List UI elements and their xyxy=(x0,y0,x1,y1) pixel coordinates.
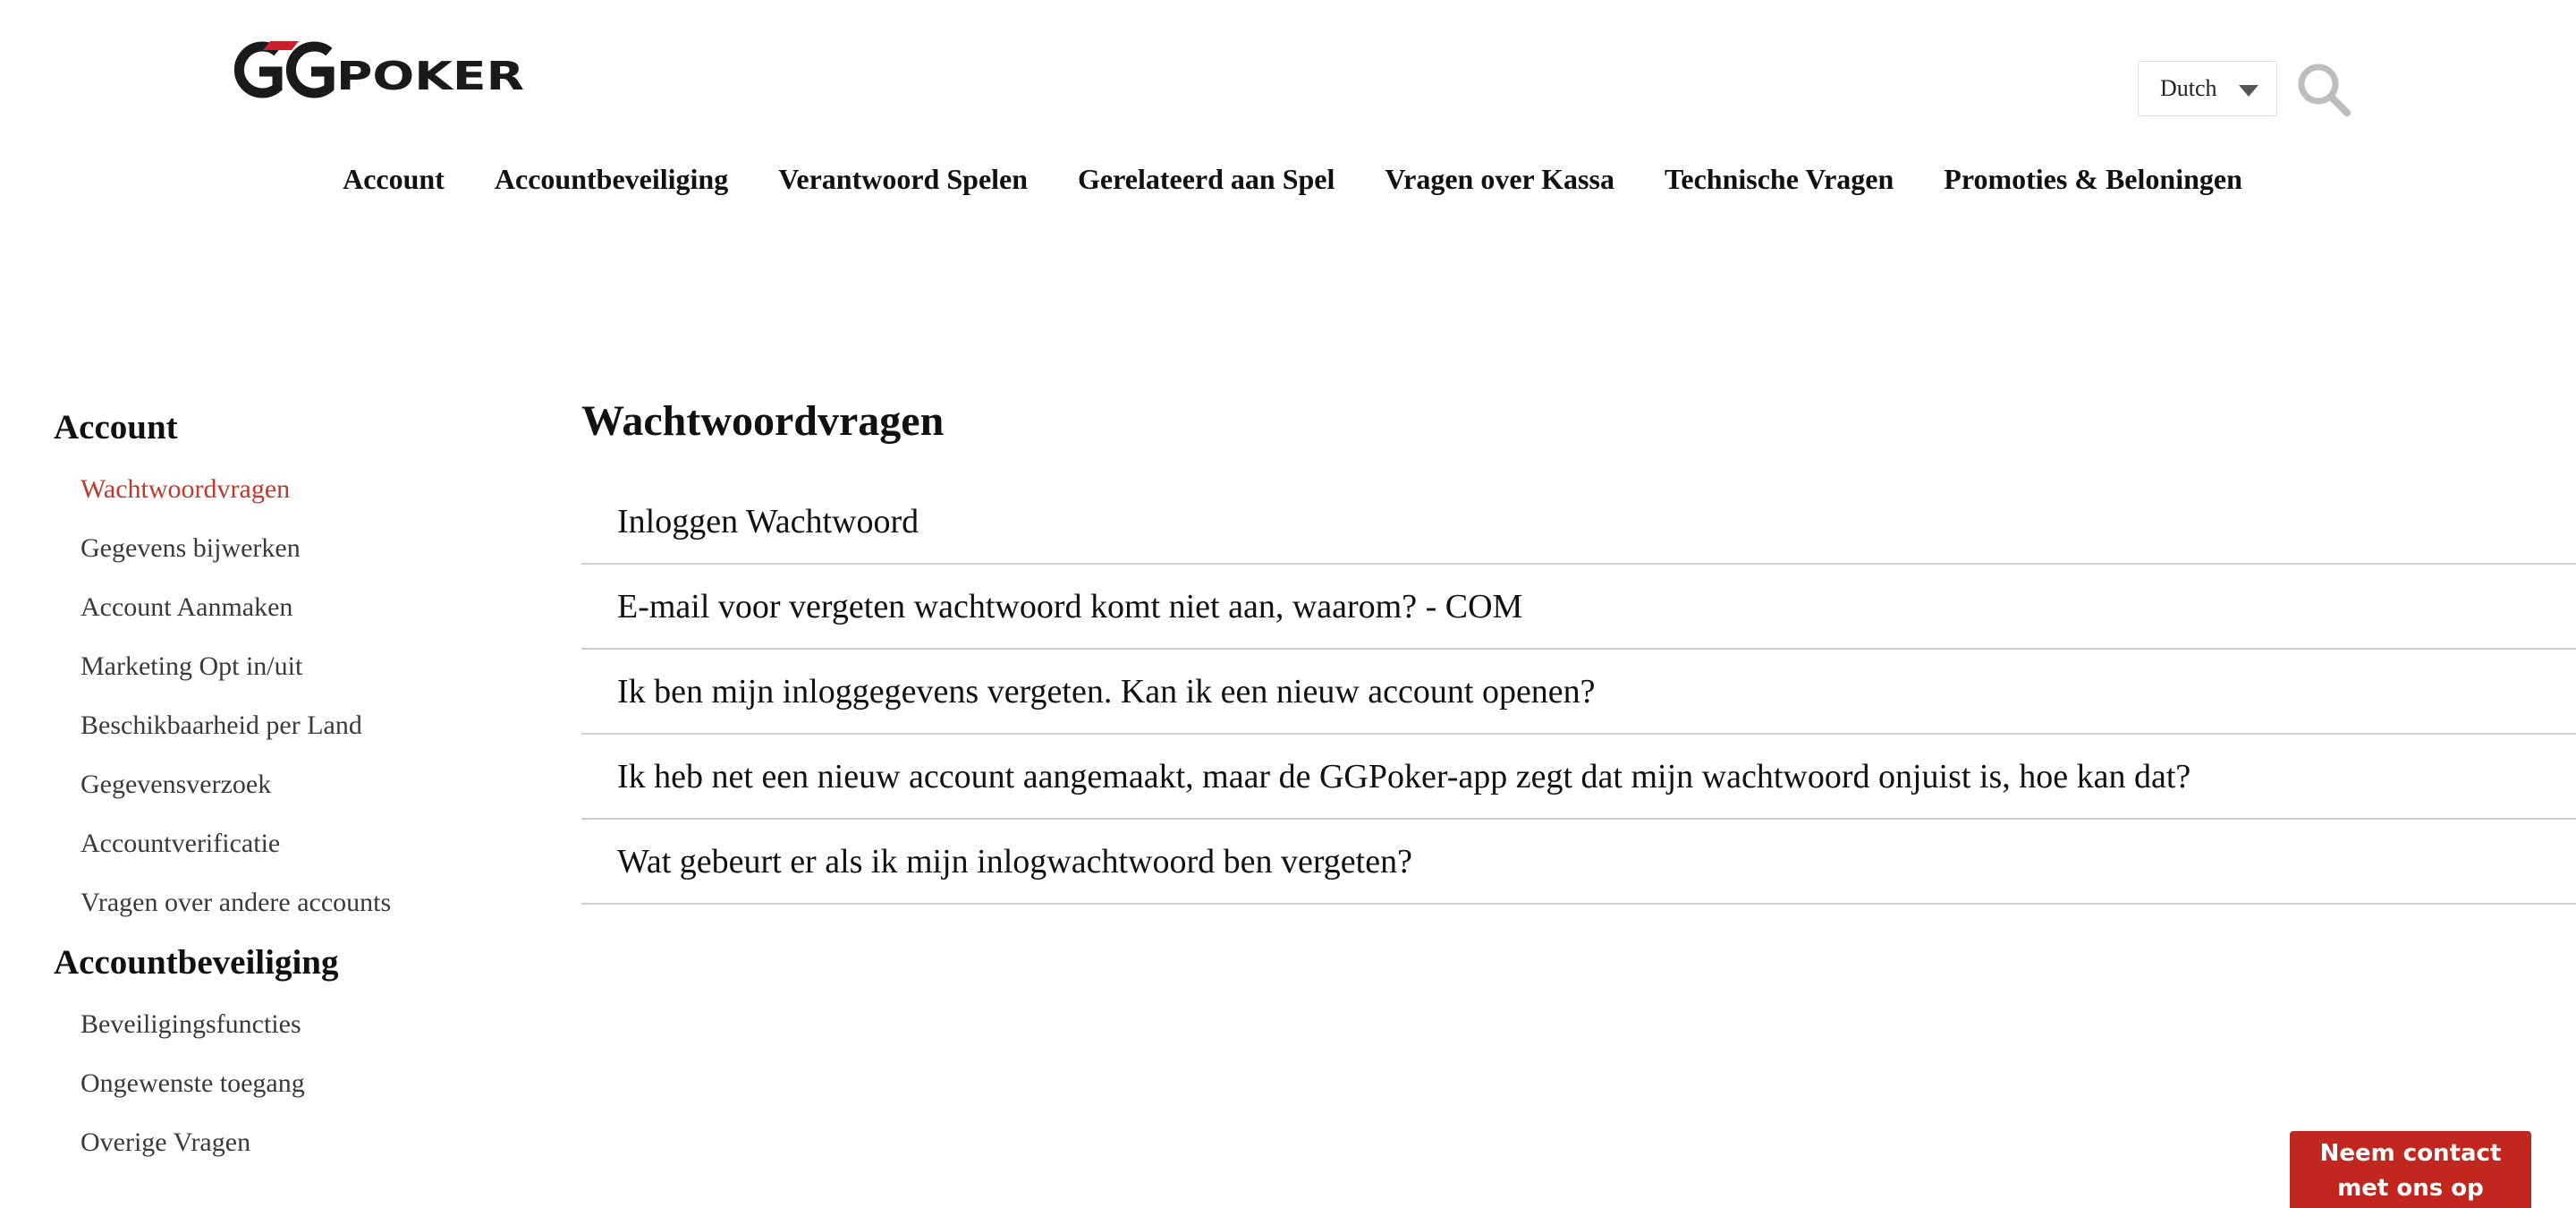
contact-us-button[interactable]: Neem contact met ons op xyxy=(2290,1131,2531,1208)
ggpoker-logo-mark: POKER xyxy=(233,41,524,99)
article-link-inlogwachtwoord-vergeten[interactable]: Wat gebeurt er als ik mijn inlogwachtwoo… xyxy=(581,820,2576,905)
sidebar-section-accountbeveiliging: Accountbeveiliging Beveiligingsfuncties … xyxy=(54,940,537,1172)
sidebar-heading-accountbeveiliging[interactable]: Accountbeveiliging xyxy=(54,940,537,986)
nav-item-gerelateerd-aan-spel[interactable]: Gerelateerd aan Spel xyxy=(1078,156,1335,202)
search-icon xyxy=(2298,64,2351,116)
language-select-value: Dutch xyxy=(2160,75,2217,101)
nav-item-vragen-over-kassa[interactable]: Vragen over Kassa xyxy=(1385,156,1614,202)
article-link-wachtwoord-onjuist[interactable]: Ik heb net een nieuw account aangemaakt,… xyxy=(581,735,2576,820)
nav-item-promoties-beloningen[interactable]: Promoties & Beloningen xyxy=(1944,156,2242,202)
nav-item-verantwoord-spelen[interactable]: Verantwoord Spelen xyxy=(778,156,1028,202)
contact-us-line-1: Neem contact xyxy=(2319,1140,2502,1167)
sidebar-list-account: Wachtwoordvragen Gegevens bijwerken Acco… xyxy=(54,460,537,932)
logo-word: POKER xyxy=(336,54,524,99)
article-link-inloggen-wachtwoord[interactable]: Inloggen Wachtwoord xyxy=(581,480,2576,565)
sidebar-item-gegevens-bijwerken[interactable]: Gegevens bijwerken xyxy=(80,519,537,578)
language-select[interactable]: Dutch xyxy=(2138,61,2277,116)
main-navigation: Account Accountbeveiliging Verantwoord S… xyxy=(0,156,2576,202)
chevron-down-icon xyxy=(2239,85,2258,97)
nav-item-account[interactable]: Account xyxy=(343,156,445,202)
article-list-section: Wachtwoordvragen Inloggen Wachtwoord E-m… xyxy=(581,390,2576,905)
sidebar-item-account-aanmaken[interactable]: Account Aanmaken xyxy=(80,578,537,637)
sidebar-item-gegevensverzoek[interactable]: Gegevensverzoek xyxy=(80,755,537,814)
sidebar-item-wachtwoordvragen[interactable]: Wachtwoordvragen xyxy=(80,460,537,519)
category-sidebar: Account Wachtwoordvragen Gegevens bijwer… xyxy=(54,404,537,1172)
article-link-email-vergeten-wachtwoord[interactable]: E-mail voor vergeten wachtwoord komt nie… xyxy=(581,565,2576,650)
sidebar-item-andere-accounts[interactable]: Vragen over andere accounts xyxy=(80,873,537,932)
sidebar-section-account: Account Wachtwoordvragen Gegevens bijwer… xyxy=(54,404,537,932)
search-button[interactable] xyxy=(2295,61,2352,118)
sidebar-item-overige-vragen[interactable]: Overige Vragen xyxy=(80,1113,537,1172)
sidebar-list-accountbeveiliging: Beveiligingsfuncties Ongewenste toegang … xyxy=(54,995,537,1172)
sidebar-item-ongewenste-toegang[interactable]: Ongewenste toegang xyxy=(80,1054,537,1113)
sidebar-heading-account[interactable]: Account xyxy=(54,404,537,451)
article-link-inloggegevens-vergeten[interactable]: Ik ben mijn inloggegevens vergeten. Kan … xyxy=(581,650,2576,735)
page-title: Wachtwoordvragen xyxy=(581,397,945,445)
sidebar-item-beveiligingsfuncties[interactable]: Beveiligingsfuncties xyxy=(80,995,537,1054)
article-list: Inloggen Wachtwoord E-mail voor vergeten… xyxy=(581,480,2576,905)
sidebar-item-beschikbaarheid[interactable]: Beschikbaarheid per Land xyxy=(80,696,537,755)
nav-item-accountbeveiliging[interactable]: Accountbeveiliging xyxy=(495,156,728,202)
sidebar-item-marketing-opt[interactable]: Marketing Opt in/uit xyxy=(80,637,537,696)
sidebar-item-accountverificatie[interactable]: Accountverificatie xyxy=(80,814,537,873)
contact-us-line-2: met ons op xyxy=(2337,1175,2484,1202)
ggpoker-logo[interactable]: POKER xyxy=(225,36,530,104)
nav-item-technische-vragen[interactable]: Technische Vragen xyxy=(1665,156,1894,202)
